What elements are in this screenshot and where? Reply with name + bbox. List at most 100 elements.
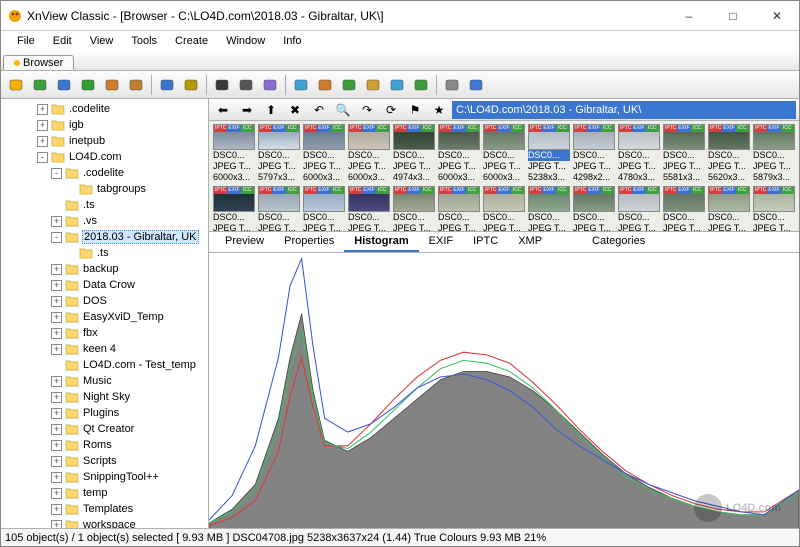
tree-toggle[interactable]: +	[51, 440, 62, 451]
tree-toggle[interactable]: +	[51, 456, 62, 467]
tree-item[interactable]: tabgroups	[1, 181, 208, 197]
thumbnail[interactable]: IPTCEXIFICCDSC0...JPEG T...6000x3...	[213, 186, 255, 232]
menu-edit[interactable]: Edit	[45, 33, 80, 49]
thumbnail[interactable]: IPTCEXIFICCDSC0...JPEG T...5714x3...	[438, 186, 480, 232]
thumbnail[interactable]: IPTCEXIFICCDSC0...JPEG T...6000x3...	[483, 124, 525, 183]
tree-item[interactable]: .ts	[1, 245, 208, 261]
options-icon[interactable]	[125, 74, 147, 96]
back-icon[interactable]: ⬅	[212, 99, 234, 121]
tree-toggle[interactable]: +	[51, 344, 62, 355]
tree-toggle[interactable]: +	[51, 216, 62, 227]
thumbnail[interactable]: IPTCEXIFICCDSC0...JPEG T...6000x3...	[213, 124, 255, 183]
open-icon[interactable]	[5, 74, 27, 96]
thumbnail[interactable]: IPTCEXIFICCDSC0...JPEG T...4780x3...	[618, 124, 660, 183]
star-icon[interactable]: ★	[428, 99, 450, 121]
thumbnail[interactable]: IPTCEXIFICCDSC0...JPEG T...6000x3...	[438, 124, 480, 183]
thumbnail[interactable]: IPTCEXIFICCDSC0...JPEG T...5536x3...	[663, 186, 705, 232]
tab-histogram[interactable]: Histogram	[344, 232, 418, 252]
thumbnail[interactable]: IPTCEXIFICCDSC0...JPEG T...6000x3...	[708, 186, 750, 232]
tree-item[interactable]: LO4D.com - Test_temp	[1, 357, 208, 373]
tree-item[interactable]: +Data Crow	[1, 277, 208, 293]
tree-item[interactable]: -LO4D.com	[1, 149, 208, 165]
filmstrip-icon[interactable]	[338, 74, 360, 96]
menu-info[interactable]: Info	[275, 33, 309, 49]
thumbnail[interactable]: IPTCEXIFICCDSC0...JPEG T...6000x3...	[348, 124, 390, 183]
web-icon[interactable]	[386, 74, 408, 96]
tree-toggle[interactable]: +	[51, 280, 62, 291]
browser-tab[interactable]: Browser	[3, 55, 74, 70]
tree-toggle[interactable]: +	[37, 120, 48, 131]
delete-icon[interactable]: ✖	[284, 99, 306, 121]
thumbnail[interactable]: IPTCEXIFICCDSC0...JPEG T...5620x3...	[708, 124, 750, 183]
save-icon[interactable]	[29, 74, 51, 96]
thumbnail[interactable]: IPTCEXIFICCDSC0...JPEG T...5428x3...	[753, 186, 795, 232]
tree-item[interactable]: +temp	[1, 485, 208, 501]
tab-exif[interactable]: EXIF	[419, 232, 463, 252]
refresh-icon[interactable]	[77, 74, 99, 96]
thumbnail[interactable]: IPTCEXIFICCDSC0...JPEG T...6000x3...	[258, 186, 300, 232]
tree-item[interactable]: +inetpub	[1, 133, 208, 149]
tree-toggle[interactable]: +	[51, 408, 62, 419]
tree-item[interactable]: +.vs	[1, 213, 208, 229]
scan-icon[interactable]	[101, 74, 123, 96]
folder-tree[interactable]: +.codelite+igb+inetpub-LO4D.com-.codelit…	[1, 99, 209, 528]
forward-icon[interactable]: ➡	[236, 99, 258, 121]
thumbnail[interactable]: IPTCEXIFICCDSC0...JPEG T...4950x3...	[528, 186, 570, 232]
batch-icon[interactable]	[410, 74, 432, 96]
thumbnail[interactable]: IPTCEXIFICCDSC0...JPEG T...4974x3...	[393, 124, 435, 183]
copy-icon[interactable]	[180, 74, 202, 96]
tree-item[interactable]: +workspace	[1, 517, 208, 528]
menu-window[interactable]: Window	[218, 33, 273, 49]
print-icon[interactable]	[235, 74, 257, 96]
thumbnail[interactable]: IPTCEXIFICCDSC0...JPEG T...4951x2...	[573, 186, 615, 232]
tab-xmp[interactable]: XMP	[508, 232, 552, 252]
minimize-button[interactable]: –	[667, 1, 711, 31]
acquire-icon[interactable]	[53, 74, 75, 96]
settings-icon[interactable]	[441, 74, 463, 96]
slideshow-icon[interactable]	[259, 74, 281, 96]
address-bar[interactable]: C:\LO4D.com\2018.03 - Gibraltar, UK\	[452, 101, 796, 119]
thumbnail[interactable]: IPTCEXIFICCDSC0...JPEG T...5879x3...	[753, 124, 795, 183]
tree-toggle[interactable]: +	[51, 264, 62, 275]
tree-item[interactable]: +igb	[1, 117, 208, 133]
menu-view[interactable]: View	[82, 33, 122, 49]
tree-item[interactable]: +Scripts	[1, 453, 208, 469]
tree-item[interactable]: .ts	[1, 197, 208, 213]
tree-item[interactable]: +Night Sky	[1, 389, 208, 405]
tree-item[interactable]: +DOS	[1, 293, 208, 309]
tree-toggle[interactable]: +	[51, 328, 62, 339]
thumbnail[interactable]: IPTCEXIFICCDSC0...JPEG T...4298x2...	[573, 124, 615, 183]
favorites-icon[interactable]	[156, 74, 178, 96]
tree-toggle[interactable]: +	[51, 504, 62, 515]
tab-properties[interactable]: Properties	[274, 232, 344, 252]
tree-item[interactable]: +Roms	[1, 437, 208, 453]
thumbnail[interactable]: IPTCEXIFICCDSC0...JPEG T...6000x3...	[483, 186, 525, 232]
tree-item[interactable]: +Music	[1, 373, 208, 389]
tree-toggle[interactable]: -	[51, 232, 62, 243]
tree-toggle[interactable]: +	[51, 472, 62, 483]
thumbnail-pane[interactable]: IPTCEXIFICCDSC0...JPEG T...6000x3...IPTC…	[209, 121, 799, 232]
tree-toggle[interactable]: +	[51, 488, 62, 499]
tree-item[interactable]: -2018.03 - Gibraltar, UK	[1, 229, 208, 245]
tree-toggle[interactable]: -	[51, 168, 62, 179]
tree-toggle[interactable]: +	[51, 376, 62, 387]
tab-iptc[interactable]: IPTC	[463, 232, 508, 252]
thumbnail[interactable]: IPTCEXIFICCDSC0...JPEG T...5797x3...	[258, 124, 300, 183]
thumbnail[interactable]: IPTCEXIFICCDSC0...JPEG T...6000x3...	[303, 124, 345, 183]
tab-preview[interactable]: Preview	[215, 232, 274, 252]
tree-item[interactable]: +SnippingTool++	[1, 469, 208, 485]
flag-icon[interactable]: ⚑	[404, 99, 426, 121]
tree-item[interactable]: +Templates	[1, 501, 208, 517]
thumbnail[interactable]: IPTCEXIFICCDSC0...JPEG T...6000x3...	[393, 186, 435, 232]
menu-tools[interactable]: Tools	[123, 33, 165, 49]
tree-toggle[interactable]: +	[51, 424, 62, 435]
tree-item[interactable]: +backup	[1, 261, 208, 277]
tree-item[interactable]: +Qt Creator	[1, 421, 208, 437]
tree-toggle[interactable]: +	[51, 296, 62, 307]
tree-toggle[interactable]: +	[51, 520, 62, 529]
image-icon[interactable]	[362, 74, 384, 96]
close-button[interactable]: ✕	[755, 1, 799, 31]
menu-create[interactable]: Create	[167, 33, 216, 49]
up-icon[interactable]: ⬆	[260, 99, 282, 121]
thumbnail[interactable]: IPTCEXIFICCDSC0...JPEG T...4418x2...	[348, 186, 390, 232]
